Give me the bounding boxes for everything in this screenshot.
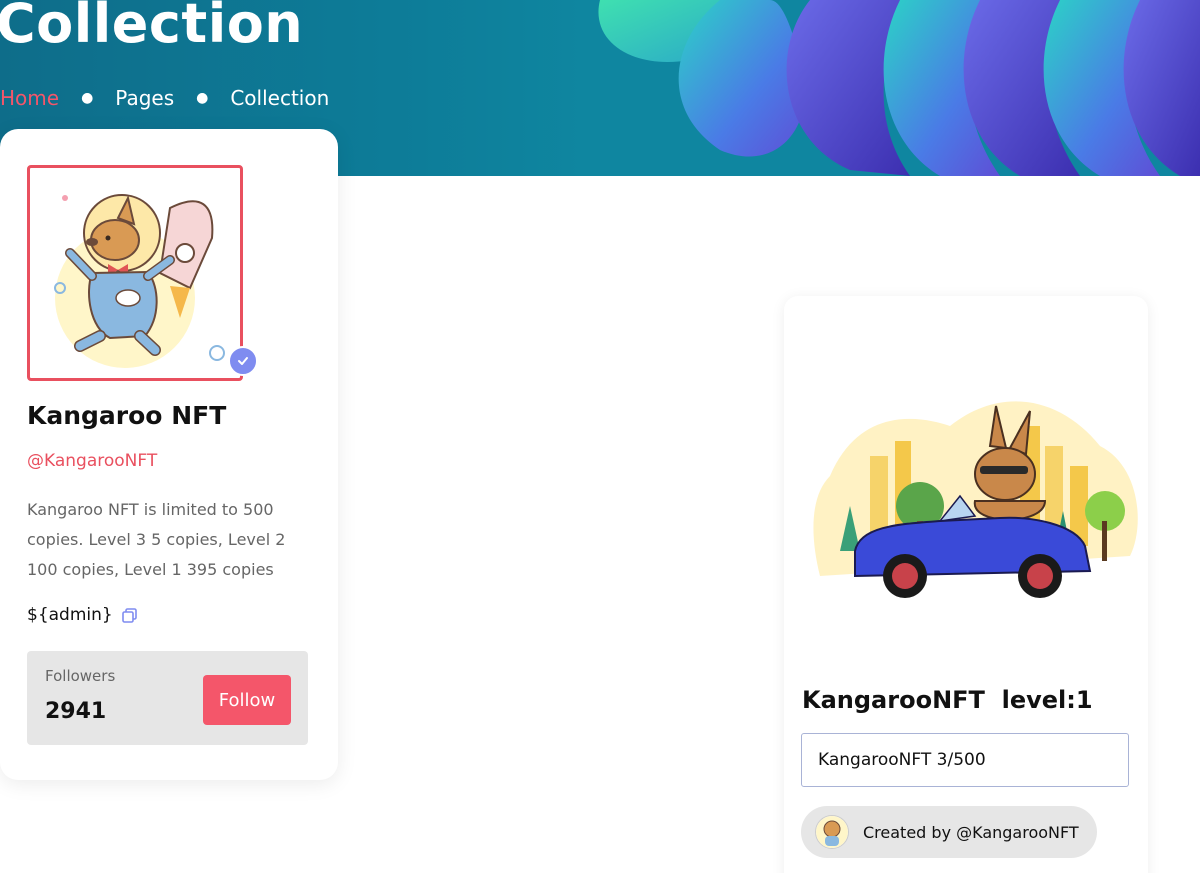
followers-count: 2941 [45, 699, 107, 724]
profile-handle-link[interactable]: @KangarooNFT [27, 451, 157, 471]
page-title: Collection [0, 0, 304, 55]
kangaroo-astronaut-image [54, 194, 225, 368]
nft-card[interactable]: KangarooNFT level:1 KangarooNFT 3/500 Cr… [784, 296, 1148, 873]
creator-text: Created by @KangarooNFT [863, 822, 1079, 842]
followers-panel: Followers 2941 Follow [27, 651, 308, 745]
hero-abstract-art [580, 0, 1200, 176]
collection-page: Collection Home ● Pages ● Collection Kan… [0, 0, 1200, 873]
breadcrumb-separator: ● [81, 90, 94, 106]
profile-admin-address: ${admin} [27, 605, 138, 625]
followers-label: Followers [45, 667, 116, 685]
profile-name: Kangaroo NFT [27, 401, 227, 430]
admin-address-text: ${admin} [27, 605, 113, 625]
creator-badge[interactable]: Created by @KangarooNFT [801, 806, 1097, 858]
breadcrumb-current: Collection [230, 86, 330, 110]
check-badge-icon [228, 346, 258, 376]
profile-description: Kangaroo NFT is limited to 500 copies. L… [27, 500, 286, 579]
breadcrumb-pages-link[interactable]: Pages [115, 86, 174, 110]
breadcrumb: Home ● Pages ● Collection [0, 86, 329, 110]
creator-avatar [815, 815, 849, 849]
nft-title: KangarooNFT level:1 [802, 686, 1093, 714]
breadcrumb-home-link[interactable]: Home [0, 86, 59, 110]
kangaroo-car-image [813, 401, 1138, 598]
follow-button[interactable]: Follow [203, 675, 291, 725]
copy-icon[interactable] [121, 607, 138, 624]
profile-card: Kangaroo NFT @KangarooNFT Kangaroo NFT i… [0, 129, 338, 780]
profile-avatar [27, 165, 243, 381]
breadcrumb-separator: ● [196, 90, 209, 106]
nft-edition-field: KangarooNFT 3/500 [801, 733, 1129, 787]
